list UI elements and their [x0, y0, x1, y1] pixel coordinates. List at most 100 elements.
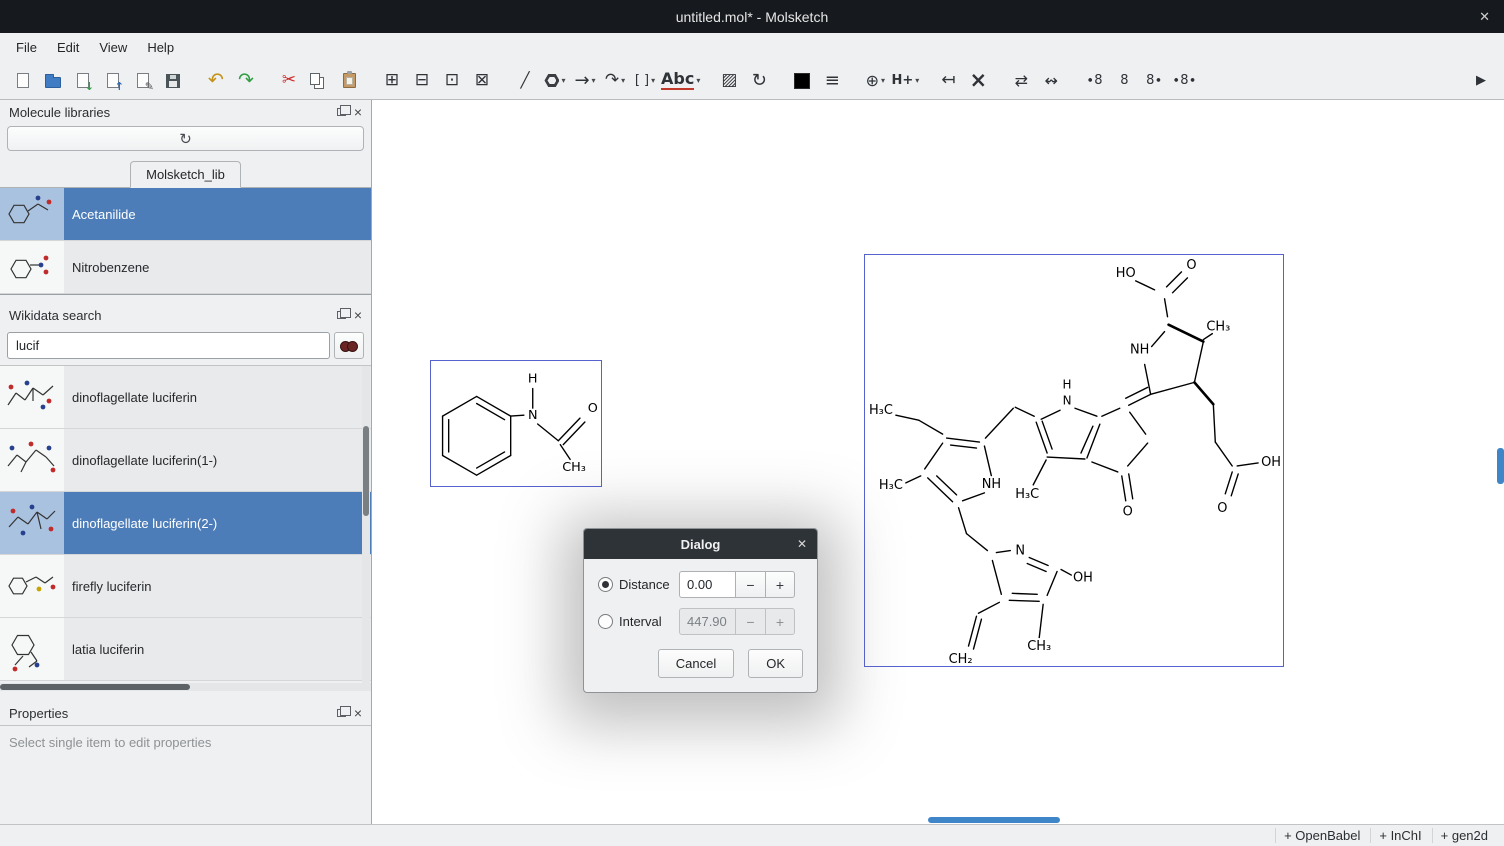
- dialog-titlebar[interactable]: Dialog ✕: [584, 529, 817, 559]
- wikidata-search-button[interactable]: [334, 332, 364, 359]
- left-bar-arrow-icon: ↤: [941, 72, 955, 89]
- export-button[interactable]: [159, 66, 187, 96]
- close-panel-icon[interactable]: ×: [354, 308, 362, 322]
- diradical-tool-button[interactable]: ∙8∙: [1170, 66, 1198, 96]
- edit-document-button[interactable]: ✎: [129, 66, 157, 96]
- svg-text:CH₂: CH₂: [949, 652, 973, 666]
- libraries-panel-header: Molecule libraries ×: [0, 100, 371, 124]
- save-button[interactable]: ↓: [69, 66, 97, 96]
- wikidata-search-input[interactable]: [7, 332, 330, 359]
- cut-button[interactable]: ✂: [275, 66, 303, 96]
- ring-tool-button[interactable]: ▾: [541, 66, 569, 96]
- mechanism-arrow-tool-button[interactable]: ⇄: [1007, 66, 1035, 96]
- save-icon: ↓: [77, 73, 89, 88]
- electron-flow-icon: ↭: [1045, 73, 1058, 89]
- ok-button[interactable]: OK: [748, 649, 803, 678]
- svg-text:N: N: [1015, 544, 1025, 559]
- right-arrow-icon: →: [574, 72, 589, 90]
- draw-bond-tool-button[interactable]: ╱: [511, 66, 539, 96]
- electron-dot-tool-button[interactable]: 8∙: [1140, 66, 1168, 96]
- floppy-disk-icon: [166, 74, 180, 88]
- hatch-tool-button[interactable]: ▨: [715, 66, 743, 96]
- library-item-acetanilide[interactable]: Acetanilide: [0, 188, 371, 241]
- result-item[interactable]: dinoflagellate luciferin: [0, 366, 371, 429]
- canvas-vertical-scrollbar[interactable]: [1497, 448, 1504, 484]
- window-title: untitled.mol* - Molsketch: [676, 9, 829, 25]
- svg-text:N: N: [528, 408, 538, 423]
- result-item[interactable]: dinoflagellate luciferin(1-): [0, 429, 371, 492]
- menu-item-view[interactable]: View: [89, 36, 137, 59]
- color-picker-button[interactable]: [788, 66, 816, 96]
- list-vertical-scrollbar[interactable]: [362, 366, 370, 683]
- text-tool-button[interactable]: Abc▾: [661, 66, 700, 96]
- distance-radio[interactable]: [598, 577, 613, 592]
- result-item[interactable]: dinoflagellate luciferin(2-): [0, 492, 371, 555]
- acetanilide-molecule[interactable]: HNOCH₃: [430, 360, 602, 487]
- interval-radio[interactable]: [598, 614, 613, 629]
- molecule-thumbnail: [0, 241, 64, 293]
- zoom-in-icon: ⊞: [385, 72, 399, 89]
- properties-panel-header: Properties ×: [0, 701, 371, 725]
- molecule-thumbnail: [0, 618, 64, 680]
- radical-tool-button[interactable]: 8: [1110, 66, 1138, 96]
- svg-text:OH: OH: [1073, 570, 1093, 585]
- hydrogen-tool-button[interactable]: H+▾: [891, 66, 919, 96]
- color-swatch-icon: [794, 73, 810, 89]
- distance-input[interactable]: [679, 571, 735, 598]
- result-item-label: latia luciferin: [64, 642, 144, 657]
- copy-button[interactable]: [305, 66, 333, 96]
- refresh-library-button[interactable]: ↻: [7, 126, 364, 151]
- scrollbar-handle[interactable]: [0, 684, 190, 690]
- zoom-reset-button[interactable]: ⊡: [438, 66, 466, 96]
- reaction-arrow-tool-button[interactable]: →▾: [571, 66, 599, 96]
- open-file-button[interactable]: [39, 66, 67, 96]
- result-item[interactable]: latia luciferin: [0, 618, 371, 681]
- float-panel-icon[interactable]: [337, 311, 346, 319]
- rotate-tool-button[interactable]: ↻: [745, 66, 773, 96]
- electron-flow-tool-button[interactable]: ↭: [1037, 66, 1065, 96]
- result-item[interactable]: firefly luciferin: [0, 555, 371, 618]
- close-panel-icon[interactable]: ×: [354, 105, 362, 119]
- wikidata-result-list: dinoflagellate luciferin dinoflagellate …: [0, 365, 371, 683]
- scrollbar-handle[interactable]: [363, 426, 369, 516]
- undo-button[interactable]: ↶: [202, 66, 230, 96]
- window-close-button[interactable]: ✕: [1479, 0, 1490, 33]
- result-item-label: firefly luciferin: [64, 579, 151, 594]
- new-document-button[interactable]: [9, 66, 37, 96]
- molecule-thumbnail: [0, 555, 64, 617]
- properties-hint: Select single item to edit properties: [0, 725, 371, 824]
- library-item-nitrobenzene[interactable]: Nitrobenzene: [0, 241, 371, 294]
- save-as-button[interactable]: ↑: [99, 66, 127, 96]
- list-horizontal-scrollbar[interactable]: [0, 683, 371, 691]
- float-panel-icon[interactable]: [337, 709, 346, 717]
- menu-item-edit[interactable]: Edit: [47, 36, 89, 59]
- curved-arrow-tool-button[interactable]: ↷▾: [601, 66, 629, 96]
- molecule-thumbnail: [0, 366, 64, 428]
- delete-tool-button[interactable]: ×: [964, 66, 992, 96]
- redo-button[interactable]: ↷: [232, 66, 260, 96]
- tab-molsketch-lib[interactable]: Molsketch_lib: [130, 161, 241, 188]
- float-panel-icon[interactable]: [337, 108, 346, 116]
- zoom-in-button[interactable]: ⊞: [378, 66, 406, 96]
- drawing-canvas[interactable]: HNOCH₃ HOOCH₃NHHNH₃CH₃CNHH₃COOHONOHCH₃CH…: [372, 100, 1504, 824]
- zoom-out-button[interactable]: ⊟: [408, 66, 436, 96]
- distance-increment-button[interactable]: +: [765, 571, 795, 598]
- cancel-button[interactable]: Cancel: [658, 649, 734, 678]
- window-titlebar[interactable]: untitled.mol* - Molsketch ✕: [0, 0, 1504, 33]
- bond-align-tool-button[interactable]: ↤: [934, 66, 962, 96]
- distance-decrement-button[interactable]: −: [735, 571, 765, 598]
- dialog-close-button[interactable]: ✕: [797, 537, 807, 551]
- charge-tool-button[interactable]: ⊕▾: [861, 66, 889, 96]
- chevron-down-icon: ▾: [621, 76, 625, 85]
- menu-item-file[interactable]: File: [6, 36, 47, 59]
- toolbar-overflow-button[interactable]: ▶: [1467, 66, 1495, 96]
- paste-button[interactable]: [335, 66, 363, 96]
- line-width-button[interactable]: ≡: [818, 66, 846, 96]
- lone-pair-tool-button[interactable]: ∙8: [1080, 66, 1108, 96]
- bracket-tool-button[interactable]: [ ]▾: [631, 66, 659, 96]
- zoom-fit-button[interactable]: ⊠: [468, 66, 496, 96]
- luciferin-molecule[interactable]: HOOCH₃NHHNH₃CH₃CNHH₃COOHONOHCH₃CH₂: [864, 254, 1284, 667]
- menu-item-help[interactable]: Help: [137, 36, 184, 59]
- close-panel-icon[interactable]: ×: [354, 706, 362, 720]
- canvas-horizontal-scrollbar[interactable]: [928, 817, 1060, 823]
